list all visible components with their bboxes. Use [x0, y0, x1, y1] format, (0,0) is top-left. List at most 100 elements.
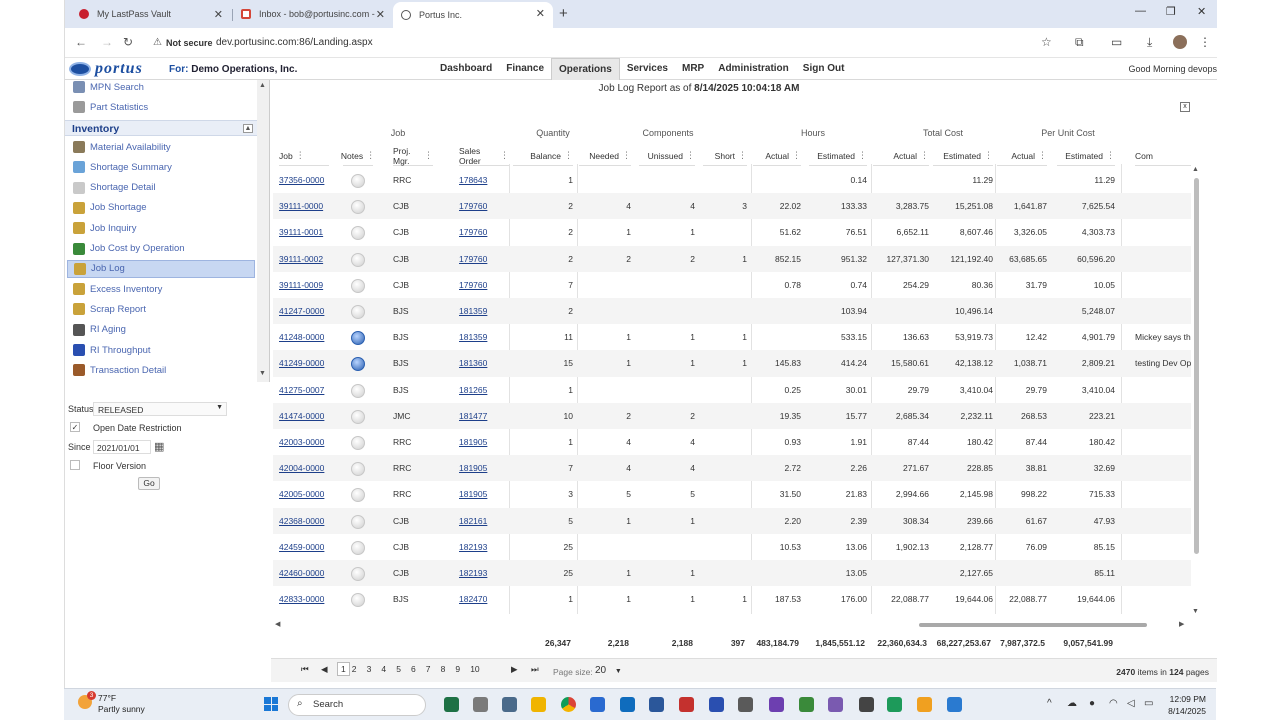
more-menu-icon[interactable]: ⋮: [1199, 35, 1211, 49]
sidebar-item-mpn-search[interactable]: MPN Search: [73, 80, 255, 96]
bookmark-star-icon[interactable]: ☆: [1041, 35, 1052, 49]
page-7-button[interactable]: 7: [426, 664, 431, 674]
note-empty-icon[interactable]: [351, 305, 365, 319]
remote-icon[interactable]: [590, 697, 605, 712]
sidebar-item-shortage-detail[interactable]: Shortage Detail: [73, 179, 255, 197]
note-empty-icon[interactable]: [351, 567, 365, 581]
cell-job[interactable]: 42368-0000: [279, 516, 329, 526]
nav-finance[interactable]: Finance: [499, 58, 551, 80]
cell-so[interactable]: 182161: [459, 516, 509, 526]
scroll-up-icon[interactable]: ▲: [1192, 166, 1199, 173]
cell-job[interactable]: 39111-0001: [279, 227, 329, 237]
column-menu-icon[interactable]: ⋮: [738, 150, 747, 161]
nav-mrp[interactable]: MRP: [675, 58, 711, 80]
address-field[interactable]: dev.portusinc.com:86/Landing.aspx: [216, 37, 373, 48]
sidebar-item-shortage-summary[interactable]: Shortage Summary: [73, 158, 255, 176]
settings-icon[interactable]: [473, 697, 488, 712]
cell-so[interactable]: 179760: [459, 280, 509, 290]
nav-services[interactable]: Services: [620, 58, 675, 80]
cloud-icon[interactable]: ☁: [1067, 698, 1077, 709]
cell-so[interactable]: 179760: [459, 201, 509, 211]
table-row[interactable]: 42368-0000 CJB 182161 5 1 1 2.20 2.39 308.34 239.…: [273, 507, 1191, 534]
table-row[interactable]: 42003-0000 RRC 181905 1 4 4 0.93 1.91 87.44 180.4…: [273, 429, 1191, 455]
cell-so[interactable]: 181477: [459, 411, 509, 421]
calendar-icon[interactable]: ▦: [154, 440, 164, 453]
back-icon[interactable]: ←: [75, 35, 87, 49]
note-filled-icon[interactable]: [351, 357, 365, 372]
note-empty-icon[interactable]: [351, 200, 365, 215]
scroll-thumb[interactable]: [919, 623, 1147, 627]
people-icon[interactable]: [502, 697, 517, 712]
teams-icon[interactable]: [859, 697, 874, 712]
nav-administration[interactable]: Administration: [711, 58, 796, 80]
scroll-down-icon[interactable]: ▼: [1192, 608, 1199, 615]
sidebar-item-ri-aging[interactable]: RI Aging: [73, 321, 255, 339]
table-row[interactable]: 41247-0000 BJS 181359 2 103.94 10,496.14 5,248…: [273, 298, 1191, 325]
file-explorer-icon[interactable]: [531, 697, 546, 712]
new-tab-icon[interactable]: +: [559, 5, 568, 22]
tab-lastpass[interactable]: My LastPass Vault ✕: [71, 3, 231, 25]
note-empty-icon[interactable]: [351, 226, 365, 241]
cell-job[interactable]: 39111-0009: [279, 280, 329, 290]
page-size-select[interactable]: 20 ▼: [595, 665, 622, 676]
outlook-icon[interactable]: [620, 697, 635, 712]
cell-job[interactable]: 42005-0000: [279, 489, 329, 499]
cell-job[interactable]: 41474-0000: [279, 411, 329, 421]
reload-icon[interactable]: ↻: [123, 35, 133, 49]
column-menu-icon[interactable]: ⋮: [858, 150, 867, 161]
column-menu-icon[interactable]: ⋮: [1038, 150, 1047, 161]
open-date-checkbox[interactable]: ✓: [70, 422, 80, 432]
cell-so[interactable]: 181905: [459, 437, 509, 447]
battery-icon[interactable]: ▭: [1144, 698, 1153, 709]
column-menu-icon[interactable]: ⋮: [424, 150, 433, 161]
wifi-icon[interactable]: ◠: [1109, 698, 1118, 709]
column-header-needed[interactable]: Needed ⋮: [579, 146, 631, 166]
cell-job[interactable]: 42459-0000: [279, 542, 329, 552]
column-header-notes[interactable]: Notes ⋮: [341, 146, 375, 166]
start-windows-icon[interactable]: [264, 697, 278, 711]
speaker-icon[interactable]: ◁: [1127, 698, 1135, 709]
grid-vertical-scrollbar[interactable]: ▲ ▼: [1191, 164, 1201, 618]
since-date-input[interactable]: 2021/01/01: [93, 440, 151, 454]
close-icon[interactable]: ✕: [536, 7, 545, 20]
cell-job[interactable]: 41275-0007: [279, 385, 329, 395]
cell-job[interactable]: 42833-0000: [279, 594, 329, 604]
column-header-estimated[interactable]: Estimated ⋮: [1057, 146, 1115, 166]
note-empty-icon[interactable]: [351, 593, 365, 608]
weather-widget[interactable]: 3 77°F Partly sunny: [78, 691, 145, 715]
portus-logo[interactable]: portus: [69, 60, 143, 78]
page-4-button[interactable]: 4: [381, 664, 386, 674]
maximize-icon[interactable]: ❐: [1166, 5, 1176, 18]
table-row[interactable]: 42005-0000 RRC 181905 3 5 5 31.50 21.83 2,994.66…: [273, 481, 1191, 507]
table-row[interactable]: 41249-0000 BJS 181360 15 1 1 1 145.83 414.24 15,5…: [273, 350, 1191, 377]
clock[interactable]: 12:09 PM 8/14/2025: [1162, 693, 1206, 717]
column-header-sales-order[interactable]: Sales Order ⋮: [459, 146, 509, 166]
column-header-balance[interactable]: Balance ⋮: [513, 146, 573, 166]
cell-job[interactable]: 41248-0000: [279, 332, 329, 342]
minimize-icon[interactable]: —: [1135, 5, 1146, 17]
tools-icon[interactable]: [738, 697, 753, 712]
column-menu-icon[interactable]: ⋮: [792, 150, 801, 161]
close-icon[interactable]: ✕: [214, 8, 223, 21]
note-empty-icon[interactable]: [351, 436, 365, 450]
tracker-icon[interactable]: [887, 697, 902, 712]
sidebar-section-inventory[interactable]: Inventory ▲: [65, 120, 257, 136]
column-menu-icon[interactable]: ⋮: [622, 150, 631, 161]
sidebar-item-job-shortage[interactable]: Job Shortage: [73, 199, 255, 217]
sidebar-item-material-availability[interactable]: Material Availability: [73, 138, 255, 156]
page-5-button[interactable]: 5: [396, 664, 401, 674]
grid-horizontal-scrollbar[interactable]: ◀ ▶: [275, 620, 1187, 630]
column-header-proj-mgr[interactable]: Proj. Mgr. ⋮: [393, 146, 433, 166]
note-empty-icon[interactable]: [351, 174, 365, 188]
page-8-button[interactable]: 8: [441, 664, 446, 674]
first-page-icon[interactable]: ⏮: [301, 664, 309, 675]
security-indicator[interactable]: ⚠ Not secure: [153, 37, 213, 48]
download-icon[interactable]: ⤓: [1147, 35, 1152, 50]
cell-so[interactable]: 181905: [459, 463, 509, 473]
cell-job[interactable]: 39111-0002: [279, 254, 329, 264]
forward-icon[interactable]: →: [101, 35, 113, 49]
cell-job[interactable]: 37356-0000: [279, 175, 329, 185]
table-row[interactable]: 37356-0000 RRC 178643 1 0.14 11.29 11.29: [273, 167, 1191, 193]
close-icon[interactable]: ✕: [376, 8, 385, 21]
table-row[interactable]: 42833-0000 BJS 182470 1 1 1 1 187.53 176.00 22,08…: [273, 586, 1191, 612]
